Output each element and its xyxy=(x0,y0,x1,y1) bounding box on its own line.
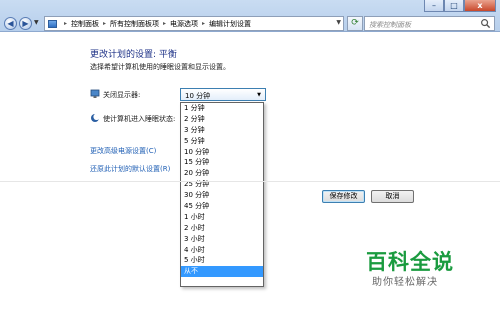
breadcrumb-chevron-icon: ▸ xyxy=(64,20,68,27)
chevron-down-icon: ▼ xyxy=(257,92,261,98)
back-button[interactable]: ◀ xyxy=(4,17,17,30)
restore-defaults-link[interactable]: 还原此计划的默认设置(R) xyxy=(90,164,170,174)
dropdown-option[interactable]: 20 分钟 xyxy=(181,168,263,179)
display-off-label: 关闭显示器: xyxy=(103,91,141,99)
search-placeholder: 搜索控制面板 xyxy=(369,21,411,29)
maximize-button[interactable]: □ xyxy=(444,0,464,12)
refresh-button[interactable]: ⟳ xyxy=(347,16,363,31)
dropdown-option[interactable]: 2 小时 xyxy=(181,223,263,234)
minimize-button[interactable]: – xyxy=(424,0,444,12)
dropdown-option[interactable]: 5 小时 xyxy=(181,255,263,266)
dropdown-option[interactable]: 1 小时 xyxy=(181,212,263,223)
dropdown-option[interactable]: 2 分钟 xyxy=(181,114,263,125)
dropdown-option[interactable]: 4 小时 xyxy=(181,245,263,256)
close-button[interactable]: x xyxy=(464,0,496,12)
breadcrumb-chevron-icon: ▸ xyxy=(202,20,206,27)
dropdown-option[interactable]: 10 分钟 xyxy=(181,147,263,158)
dropdown-option[interactable]: 15 分钟 xyxy=(181,157,263,168)
page-title: 更改计划的设置: 平衡 xyxy=(90,50,177,60)
address-dropdown-icon[interactable]: ▼ xyxy=(336,19,341,26)
advanced-power-settings-link[interactable]: 更改高级电源设置(C) xyxy=(90,146,156,156)
recent-pages-chevron-icon[interactable]: ▼ xyxy=(34,19,39,26)
window-controls: – □ x xyxy=(424,0,496,12)
dropdown-option[interactable]: 从不 xyxy=(181,266,263,278)
moon-icon xyxy=(91,113,100,122)
breadcrumb: ▸ 控制面板 ▸ 所有控制面板项 ▸ 电源选项 ▸ 编辑计划设置 xyxy=(60,19,251,29)
breadcrumb-item[interactable]: 控制面板 xyxy=(71,19,99,29)
dropdown-option[interactable]: 5 分钟 xyxy=(181,136,263,147)
breadcrumb-chevron-icon: ▸ xyxy=(103,20,107,27)
watermark-subtitle: 助你轻松解决 xyxy=(372,277,438,288)
display-off-select[interactable]: 10 分钟 ▼ xyxy=(180,88,266,101)
dropdown-option[interactable]: 3 小时 xyxy=(181,234,263,245)
breadcrumb-item[interactable]: 电源选项 xyxy=(170,19,198,29)
watermark-title: 百科全说 xyxy=(366,250,454,274)
display-off-dropdown-list[interactable]: 1 分钟 2 分钟 3 分钟 5 分钟 10 分钟 15 分钟 20 分钟 25… xyxy=(180,102,264,287)
dropdown-option[interactable]: 3 分钟 xyxy=(181,125,263,136)
search-icon[interactable] xyxy=(480,18,491,29)
breadcrumb-item[interactable]: 编辑计划设置 xyxy=(209,19,251,29)
divider xyxy=(0,181,500,182)
breadcrumb-item[interactable]: 所有控制面板项 xyxy=(110,19,159,29)
search-input[interactable]: 搜索控制面板 xyxy=(364,16,495,31)
dropdown-option[interactable]: 45 分钟 xyxy=(181,201,263,212)
sleep-label: 使计算机进入睡眠状态: xyxy=(103,115,176,123)
main-content: 更改计划的设置: 平衡 选择希望计算机使用的睡眠设置和显示设置。 关闭显示器: … xyxy=(0,33,500,320)
window-header: – □ x ◀ ▶ ▼ ▸ 控制面板 ▸ 所有控制面板项 ▸ 电源选项 ▸ 编辑… xyxy=(0,0,500,32)
save-button[interactable]: 保存修改 xyxy=(322,190,365,203)
control-panel-icon xyxy=(48,19,57,28)
address-bar[interactable]: ▸ 控制面板 ▸ 所有控制面板项 ▸ 电源选项 ▸ 编辑计划设置 ▼ xyxy=(44,16,344,31)
dropdown-option[interactable]: 1 分钟 xyxy=(181,103,263,114)
page-subtitle: 选择希望计算机使用的睡眠设置和显示设置。 xyxy=(90,63,230,71)
cancel-button[interactable]: 取消 xyxy=(371,190,414,203)
display-off-value: 10 分钟 xyxy=(185,92,211,100)
breadcrumb-chevron-icon: ▸ xyxy=(163,20,167,27)
forward-button[interactable]: ▶ xyxy=(19,17,32,30)
monitor-icon xyxy=(90,89,100,98)
dropdown-option[interactable]: 30 分钟 xyxy=(181,190,263,201)
